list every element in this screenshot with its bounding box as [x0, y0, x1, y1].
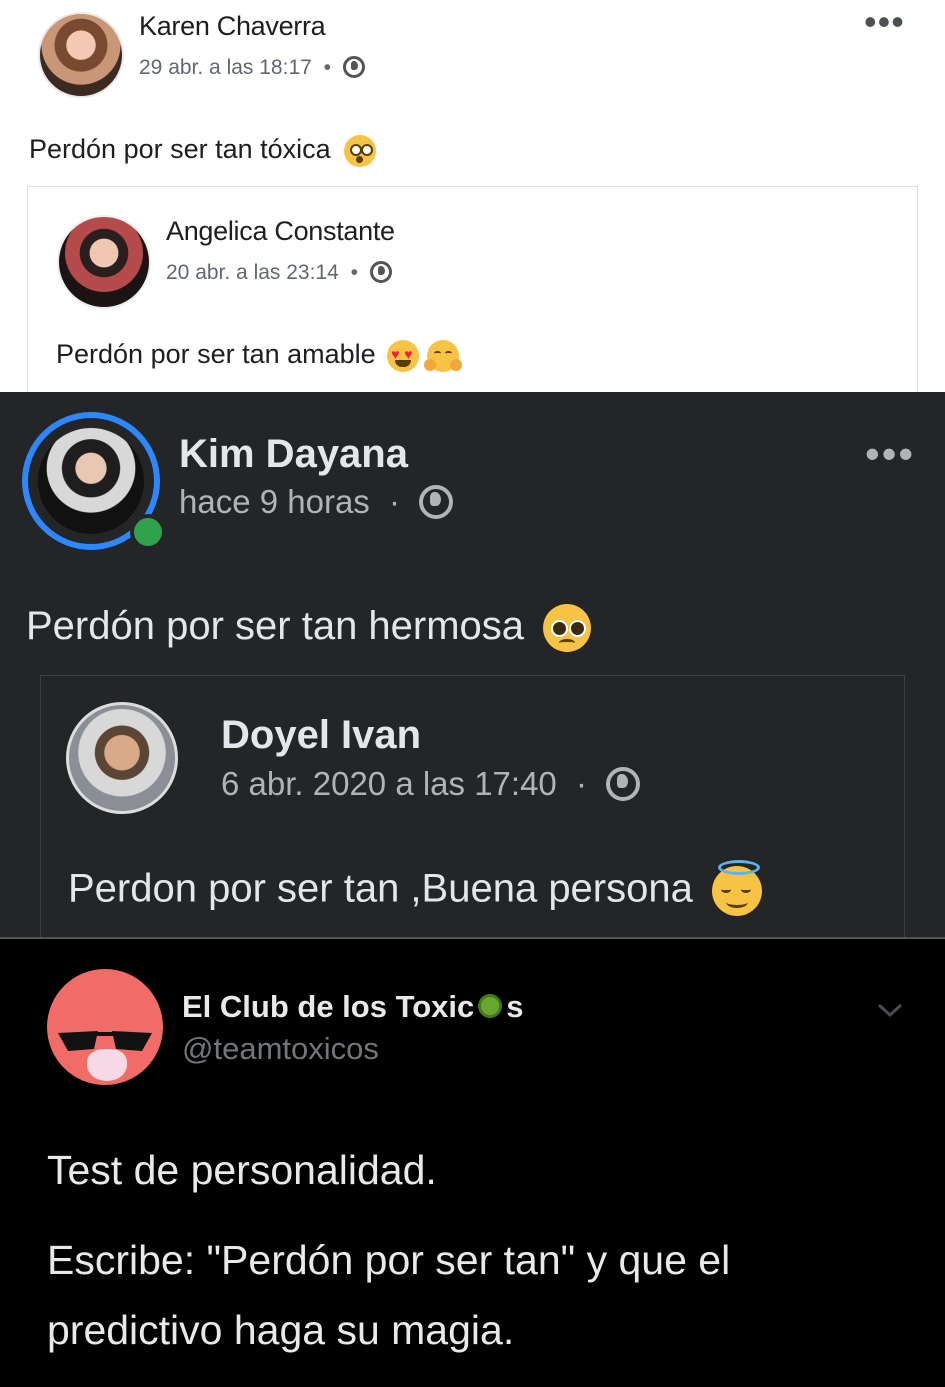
- shared-post-meta: 6 abr. 2020 a las 17:40 ·: [221, 765, 641, 803]
- virus-icon: [476, 992, 505, 1020]
- more-options-button[interactable]: •••: [865, 433, 915, 475]
- meta-separator: •: [350, 261, 359, 284]
- tweet-line-3: predictivo haga su magia.: [47, 1307, 515, 1353]
- meta-separator: ·: [388, 483, 400, 520]
- shared-author-name[interactable]: Doyel Ivan: [221, 713, 421, 758]
- meta-separator: ·: [575, 765, 587, 802]
- more-options-button[interactable]: •••: [864, 4, 905, 40]
- shared-author-name[interactable]: Angelica Constante: [166, 216, 395, 247]
- display-name-prefix: El Club de los Toxic: [182, 989, 475, 1024]
- tweet-display-name[interactable]: El Club de los Toxic s: [182, 989, 524, 1025]
- avatar-karen[interactable]: [38, 12, 124, 98]
- post-author-name[interactable]: Kim Dayana: [179, 432, 408, 477]
- post-text-content: Perdón por ser tan tóxica: [29, 134, 331, 164]
- shared-post-text: Perdón por ser tan amable ♥ ♥: [56, 339, 462, 372]
- tweet-screenshot: El Club de los Toxic s @teamtoxicos Test …: [0, 937, 945, 1387]
- tweet-line-1: Test de personalidad.: [47, 1147, 437, 1193]
- public-globe-icon: [606, 767, 641, 801]
- face-mask-icon: [87, 1049, 127, 1081]
- public-globe-icon: [369, 261, 392, 283]
- avatar-kim[interactable]: [35, 425, 147, 537]
- post-timestamp[interactable]: 29 abr. a las 18:17: [139, 56, 312, 79]
- shared-post-text-content: Perdón por ser tan amable: [56, 339, 376, 369]
- shared-post-text-content: Perdon por ser tan ,Buena persona: [68, 866, 693, 911]
- post-text: Perdón por ser tan tóxica: [29, 134, 377, 167]
- online-status-dot: [130, 514, 166, 550]
- heart-eyes-face-icon: ♥ ♥: [387, 339, 420, 372]
- public-globe-icon: [342, 56, 365, 78]
- meta-separator: •: [323, 56, 332, 79]
- post-meta: 29 abr. a las 18:17 •: [139, 56, 365, 80]
- display-name-suffix: s: [506, 989, 524, 1024]
- shared-timestamp[interactable]: 6 abr. 2020 a las 17:40: [221, 765, 557, 802]
- avatar-doyel[interactable]: [66, 702, 178, 814]
- hugging-face-icon: [423, 339, 462, 372]
- post-text: Perdón por ser tan hermosa: [26, 604, 592, 653]
- post-timestamp[interactable]: hace 9 horas: [179, 483, 370, 520]
- shared-timestamp[interactable]: 20 abr. a las 23:14: [166, 261, 339, 284]
- avatar-teamtoxicos[interactable]: [47, 969, 163, 1085]
- shared-post-meta: 20 abr. a las 23:14 •: [166, 261, 392, 285]
- pleading-face-icon: [543, 604, 592, 653]
- tweet-handle[interactable]: @teamtoxicos: [182, 1031, 379, 1067]
- avatar-angelica[interactable]: [57, 215, 151, 309]
- dark-post-screenshot: Kim Dayana hace 9 horas · ••• Perdón por…: [0, 392, 945, 937]
- post-author-name[interactable]: Karen Chaverra: [139, 11, 326, 42]
- light-post-screenshot: Karen Chaverra 29 abr. a las 18:17 • •••…: [0, 0, 945, 396]
- tweet-line-2: Escribe: "Perdón por ser tan" y que el: [47, 1237, 731, 1283]
- smiling-halo-face-icon: [712, 860, 762, 916]
- shared-post-text: Perdon por ser tan ,Buena persona: [68, 860, 762, 916]
- chevron-down-icon[interactable]: [876, 993, 904, 1025]
- post-meta: hace 9 horas ·: [179, 483, 454, 521]
- public-globe-icon: [419, 485, 454, 519]
- astonished-face-icon: [344, 134, 377, 167]
- post-text-content: Perdón por ser tan hermosa: [26, 604, 525, 648]
